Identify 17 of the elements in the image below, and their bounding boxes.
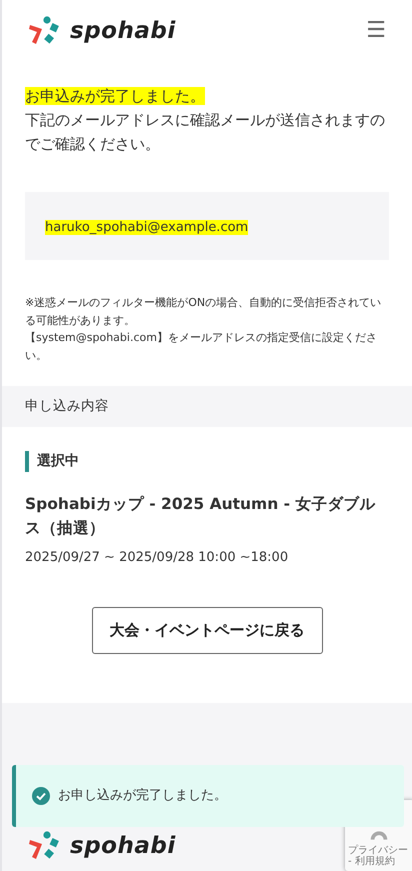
back-button[interactable]: 大会・イベントページに戻る [92,607,322,654]
email-address: haruko_spohabi@example.com [45,220,248,235]
event-dates: 2025/09/27 ~ 2025/09/28 10:00 ~18:00 [25,548,290,567]
menu-button[interactable]: ☰ [366,20,386,42]
logo-mark-icon [28,16,62,46]
spam-notice: 【system@spohabi.com】をメールアドレスの指定受信に設定ください。 [25,330,378,364]
confirmation-message: 下記のメールアドレスに確認メールが送信されますのでご確認ください。 [25,110,386,155]
logo-text[interactable]: spohabi [70,14,176,48]
event-title: Spohabiカップ - 2025 Autumn - 女子ダブルス（抽選） [25,494,376,539]
check-circle-icon [32,787,50,805]
spam-notice: ※迷惑メールのフィルター機能がONの場合、自動的に受信拒否されている可能性があります。 [25,295,382,329]
selected-label: 選択中 [25,450,389,472]
footer-logo-icon [28,831,62,862]
section-header: 申し込み内容 [2,386,412,427]
toast-message: お申し込みが完了しました。 [58,787,227,806]
footer-logo-text[interactable]: spohabi [70,829,176,864]
completion-headline: お申込みが完了しました。 [25,87,205,105]
